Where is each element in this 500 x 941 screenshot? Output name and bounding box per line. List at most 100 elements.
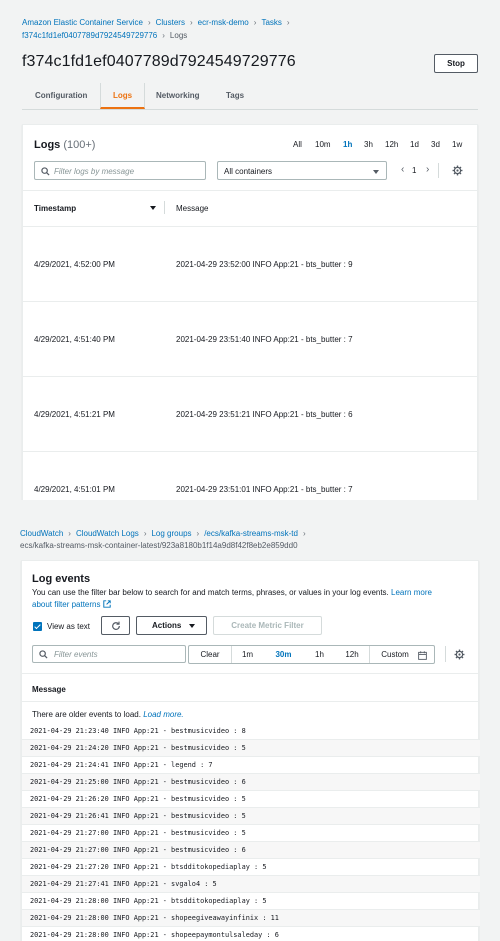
container-select[interactable]: All containers bbox=[217, 161, 387, 180]
chevron-right-icon: › bbox=[68, 529, 71, 538]
log-event-row[interactable]: 2021-04-29 21:25:00 INFO App:21 - bestmu… bbox=[22, 774, 480, 791]
row-message: 2021-04-29 23:51:01 INFO App:21 - bts_bu… bbox=[176, 485, 353, 494]
range-3d[interactable]: 3d bbox=[431, 140, 440, 149]
log-event-text: 2021-04-29 21:25:00 INFO App:21 - bestmu… bbox=[30, 778, 246, 786]
breadcrumb-log-groups[interactable]: Log groups bbox=[151, 529, 191, 538]
chevron-right-icon: › bbox=[162, 31, 165, 40]
log-event-text: 2021-04-29 21:28:00 INFO App:21 - shopee… bbox=[30, 914, 279, 922]
stop-button[interactable]: Stop bbox=[434, 54, 478, 73]
divider bbox=[438, 163, 439, 178]
column-timestamp[interactable]: Timestamp bbox=[34, 204, 76, 213]
chevron-right-icon: › bbox=[189, 18, 193, 27]
column-message[interactable]: Message bbox=[176, 204, 208, 213]
log-events-heading: Log events bbox=[32, 573, 91, 585]
log-event-row[interactable]: 2021-04-29 21:27:00 INFO App:21 - bestmu… bbox=[22, 825, 480, 842]
prev-page-icon[interactable]: ‹ bbox=[401, 164, 404, 175]
breadcrumb-tasks[interactable]: Tasks bbox=[261, 18, 281, 27]
log-event-row[interactable]: 2021-04-29 21:27:00 INFO App:21 - bestmu… bbox=[22, 842, 480, 859]
time-1h[interactable]: 1h bbox=[304, 646, 335, 663]
chevron-right-icon: › bbox=[302, 529, 306, 538]
time-custom[interactable]: Custom bbox=[373, 646, 417, 663]
range-1d[interactable]: 1d bbox=[410, 140, 419, 149]
log-event-row[interactable]: 2021-04-29 21:26:41 INFO App:21 - bestmu… bbox=[22, 808, 480, 825]
breadcrumb: Amazon Elastic Container Service › Cluster… bbox=[22, 17, 295, 28]
sort-desc-icon[interactable] bbox=[150, 206, 156, 210]
header-divider bbox=[22, 673, 478, 674]
cloudwatch-log-events-panel: CloudWatch › CloudWatch Logs › Log groups › /e… bbox=[0, 500, 500, 941]
time-12h[interactable]: 12h bbox=[335, 646, 369, 663]
breadcrumb-task[interactable]: f374c1fd1ef0407789d7924549729776 bbox=[22, 31, 157, 40]
breadcrumb-cloudwatch-logs[interactable]: CloudWatch Logs bbox=[76, 529, 139, 538]
log-event-row[interactable]: 2021-04-29 21:24:20 INFO App:21 - bestmu… bbox=[22, 740, 480, 757]
breadcrumb-cloudwatch[interactable]: CloudWatch bbox=[20, 529, 63, 538]
log-event-text: 2021-04-29 21:24:20 INFO App:21 - bestmu… bbox=[30, 744, 246, 752]
breadcrumb-log-group[interactable]: /ecs/kafka-streams-msk-td bbox=[204, 529, 298, 538]
next-page-icon[interactable]: › bbox=[426, 164, 429, 175]
logs-heading-text: Logs bbox=[34, 139, 61, 151]
load-more-link[interactable]: Load more. bbox=[143, 710, 183, 719]
logs-heading: Logs (100+) bbox=[34, 139, 95, 151]
range-10m[interactable]: 10m bbox=[315, 140, 331, 149]
external-link-icon bbox=[103, 600, 111, 608]
row-message: 2021-04-29 23:52:00 INFO App:21 - bts_bu… bbox=[176, 260, 353, 269]
time-1m[interactable]: 1m bbox=[232, 646, 263, 663]
tab-networking[interactable]: Networking bbox=[156, 83, 200, 109]
chevron-right-icon: › bbox=[253, 18, 257, 27]
view-as-text-checkbox[interactable] bbox=[33, 622, 42, 631]
log-event-row[interactable]: 2021-04-29 21:23:40 INFO App:21 - bestmu… bbox=[22, 723, 480, 740]
log-event-row[interactable]: 2021-04-29 21:28:00 INFO App:21 - btsddi… bbox=[22, 893, 480, 910]
row-divider bbox=[23, 301, 477, 302]
header-divider bbox=[23, 190, 477, 191]
row-divider bbox=[23, 376, 477, 377]
older-events-notice: There are older events to load. Load mor… bbox=[32, 710, 184, 719]
tab-tags[interactable]: Tags bbox=[226, 83, 244, 109]
range-3h[interactable]: 3h bbox=[364, 140, 373, 149]
log-event-row[interactable]: 2021-04-29 21:24:41 INFO App:21 - legend… bbox=[22, 757, 480, 774]
caret-down-icon bbox=[373, 170, 379, 174]
filter-events-placeholder: Filter events bbox=[54, 650, 98, 659]
log-event-row[interactable]: 2021-04-29 21:28:00 INFO App:21 - shopee… bbox=[22, 910, 480, 927]
logs-card: Logs (100+) All 10m 1h 3h 12h 1d 3d 1w F… bbox=[22, 124, 478, 500]
log-event-text: 2021-04-29 21:27:00 INFO App:21 - bestmu… bbox=[30, 846, 246, 854]
log-events-card: Log events You can use the filter bar be… bbox=[21, 560, 480, 941]
log-event-row[interactable]: 2021-04-29 21:26:20 INFO App:21 - bestmu… bbox=[22, 791, 480, 808]
actions-label: Actions bbox=[152, 621, 182, 630]
calendar-icon[interactable] bbox=[418, 651, 427, 660]
page-title: f374c1fd1ef0407789d7924549729776 bbox=[22, 53, 296, 70]
filter-events-input[interactable]: Filter events bbox=[32, 645, 186, 663]
breadcrumb-current: Logs bbox=[169, 31, 188, 40]
tab-configuration[interactable]: Configuration bbox=[35, 83, 87, 109]
column-message[interactable]: Message bbox=[32, 685, 66, 694]
view-as-text-label: View as text bbox=[47, 622, 90, 631]
create-metric-filter-button[interactable]: Create Metric Filter bbox=[213, 616, 322, 635]
description-text: You can use the filter bar below to sear… bbox=[32, 588, 389, 597]
log-event-row[interactable]: 2021-04-29 21:27:20 INFO App:21 - btsddi… bbox=[22, 859, 480, 876]
range-1w[interactable]: 1w bbox=[452, 140, 462, 149]
breadcrumb-clusters[interactable]: Clusters bbox=[156, 18, 185, 27]
range-all[interactable]: All bbox=[293, 140, 302, 149]
log-event-text: 2021-04-29 21:28:00 INFO App:21 - shopee… bbox=[30, 931, 279, 939]
search-icon bbox=[41, 167, 50, 176]
row-divider bbox=[23, 451, 477, 452]
clear-button[interactable]: Clear bbox=[189, 646, 231, 663]
tab-logs[interactable]: Logs bbox=[100, 83, 146, 109]
breadcrumb-ecs[interactable]: Amazon Elastic Container Service bbox=[22, 18, 143, 27]
breadcrumb-cluster[interactable]: ecr-msk-demo bbox=[198, 18, 249, 27]
page-number[interactable]: 1 bbox=[412, 166, 416, 175]
refresh-button[interactable] bbox=[101, 616, 130, 635]
column-divider bbox=[164, 201, 165, 214]
gear-icon[interactable] bbox=[454, 649, 465, 660]
log-event-row[interactable]: 2021-04-29 21:27:41 INFO App:21 - svgalo… bbox=[22, 876, 480, 893]
range-1h[interactable]: 1h bbox=[343, 140, 352, 149]
actions-button[interactable]: Actions bbox=[136, 616, 207, 635]
time-30m[interactable]: 30m bbox=[263, 646, 304, 663]
log-event-row[interactable]: 2021-04-29 21:28:00 INFO App:21 - shopee… bbox=[22, 927, 480, 941]
gear-icon[interactable] bbox=[452, 165, 463, 176]
filter-logs-input[interactable]: Filter logs by message bbox=[34, 161, 206, 180]
row-divider bbox=[23, 226, 477, 227]
row-timestamp: 4/29/2021, 4:51:40 PM bbox=[34, 335, 115, 344]
range-12h[interactable]: 12h bbox=[385, 140, 398, 149]
divider bbox=[369, 646, 370, 663]
search-icon bbox=[39, 650, 48, 659]
divider bbox=[445, 646, 446, 662]
